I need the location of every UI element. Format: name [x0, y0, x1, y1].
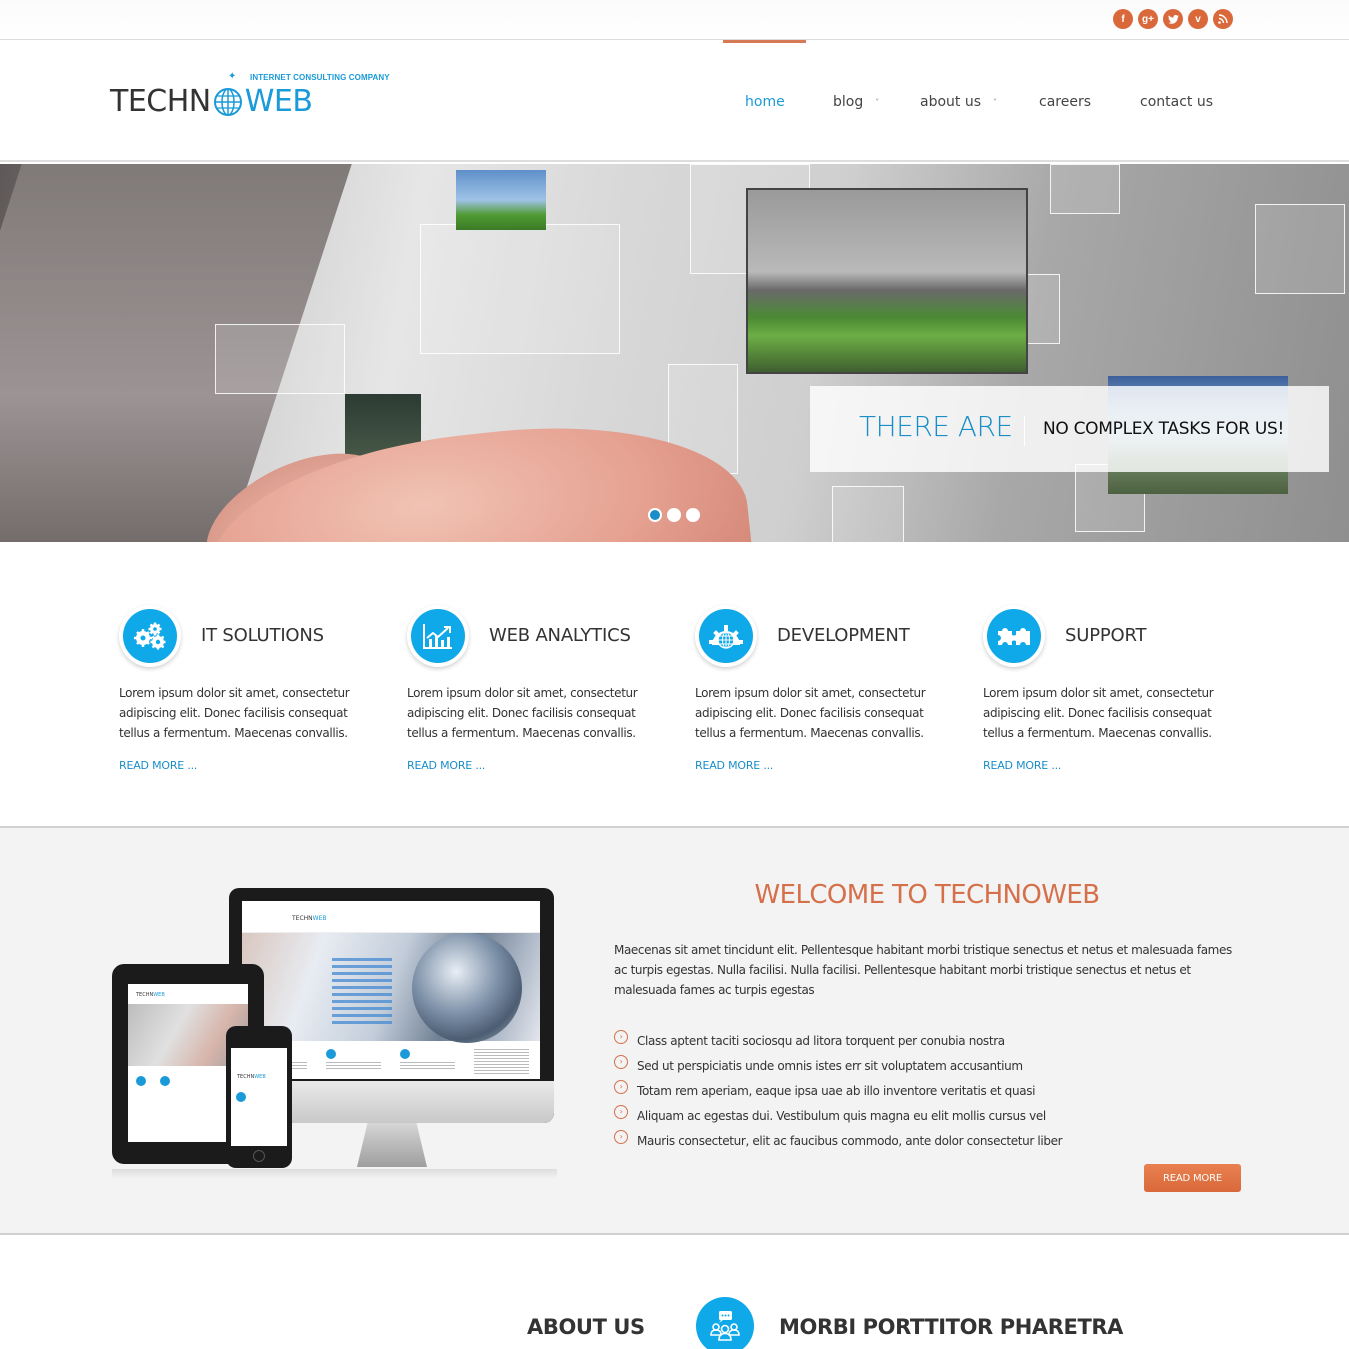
welcome-text: Maecenas sit amet tincidunt elit. Pellen… — [614, 943, 1232, 997]
hologram-panel — [1050, 164, 1120, 214]
list-item: › Class aptent taciti sociosqu ad litora … — [614, 1028, 1062, 1053]
feature-icon-badge — [695, 605, 757, 667]
feature-text: Lorem ipsum dolor sit amet, consectetur … — [407, 686, 638, 740]
slide-dot-2[interactable] — [667, 508, 681, 522]
vimeo-icon[interactable]: v — [1188, 9, 1208, 29]
nav-home-label: home — [745, 94, 785, 110]
team-chat-icon — [696, 1297, 754, 1349]
slider-caption: THERE ARE NO COMPLEX TASKS FOR US! — [810, 386, 1329, 472]
read-more-button[interactable]: READ MORE — [1144, 1164, 1241, 1192]
caption-divider — [1024, 416, 1025, 446]
nav-careers-label: careers — [1039, 94, 1092, 110]
chevron-down-icon: ˅ — [993, 97, 998, 107]
globe-icon — [213, 87, 242, 116]
chevron-down-icon: ˅ — [875, 97, 880, 107]
feature-title: WEB ANALYTICS — [489, 625, 631, 646]
nav-blog[interactable]: blog ˅ — [833, 94, 879, 110]
slider-photo-tree — [746, 188, 1028, 374]
site-header: ✦ INTERNET CONSULTING COMPANY TECHN WEB … — [0, 40, 1349, 162]
nav-home[interactable]: home — [745, 94, 785, 110]
logo-wordmark: TECHN WEB — [110, 84, 313, 119]
logo-text-techn: TECHN — [110, 84, 211, 119]
logo-tagline: INTERNET CONSULTING COMPANY — [250, 73, 390, 82]
gears-icon — [134, 622, 166, 650]
chart-icon — [423, 624, 452, 649]
hologram-panel — [420, 224, 620, 354]
list-item-text: Totam rem aperiam, eaque ipsa uae ab ill… — [637, 1083, 1036, 1098]
feature-icon-badge — [407, 605, 469, 667]
hero-slider[interactable]: THERE ARE NO COMPLEX TASKS FOR US! — [0, 164, 1349, 542]
chevron-circle-icon: › — [614, 1029, 628, 1044]
slide-dot-3[interactable] — [686, 508, 700, 522]
feature-title: SUPPORT — [1065, 625, 1147, 646]
feature-text: Lorem ipsum dolor sit amet, consectetur … — [119, 686, 350, 740]
google-plus-icon[interactable]: g+ — [1138, 9, 1158, 29]
read-more-link[interactable]: READ MORE ... — [983, 759, 1061, 772]
feature-text: Lorem ipsum dolor sit amet, consectetur … — [695, 686, 926, 740]
welcome-section: TECHNWEB TECHNWEB TECHNWEB WELCOME TO TE… — [0, 826, 1349, 1235]
feature-text: Lorem ipsum dolor sit amet, consectetur … — [983, 686, 1214, 740]
hologram-panel — [832, 486, 904, 542]
responsive-devices-image: TECHNWEB TECHNWEB TECHNWEB — [112, 886, 557, 1179]
chevron-circle-icon: › — [614, 1104, 628, 1119]
sparkle-icon: ✦ — [228, 71, 237, 82]
feature-icon-badge — [983, 605, 1045, 667]
logo[interactable]: ✦ INTERNET CONSULTING COMPANY TECHN WEB — [110, 70, 390, 120]
about-title: ABOUT US — [527, 1315, 645, 1339]
slider-pagination — [648, 508, 700, 522]
welcome-title: WELCOME TO TECHNOWEB — [754, 880, 1100, 910]
read-more-link[interactable]: READ MORE ... — [119, 759, 197, 772]
twitter-icon[interactable] — [1163, 9, 1183, 29]
chevron-circle-icon: › — [614, 1079, 628, 1094]
slide-dot-1[interactable] — [648, 508, 662, 522]
slider-photo-sky — [456, 170, 546, 230]
nav-about-us[interactable]: about us ˅ — [920, 94, 997, 110]
list-item: › Aliquam ac egestas dui. Vestibulum quis… — [614, 1103, 1062, 1128]
about-subtitle: MORBI PORTTITOR PHARETRA — [779, 1315, 1124, 1339]
nav-blog-label: blog — [833, 94, 864, 110]
list-item: › Totam rem aperiam, eaque ipsa uae ab il… — [614, 1078, 1062, 1103]
caption-text: NO COMPLEX TASKS FOR US! — [1043, 419, 1284, 439]
mockup-logo: TECHNWEB — [292, 915, 327, 922]
nav-careers[interactable]: careers — [1039, 94, 1091, 110]
list-item-text: Mauris consectetur, elit ac faucibus com… — [637, 1133, 1063, 1148]
active-indicator — [723, 40, 806, 43]
chevron-circle-icon: › — [614, 1054, 628, 1069]
read-more-link[interactable]: READ MORE ... — [695, 759, 773, 772]
feature-icon-badge — [119, 605, 181, 667]
facebook-icon[interactable]: f — [1113, 9, 1133, 29]
logo-text-web: WEB — [244, 84, 313, 119]
globe-gear-icon — [709, 625, 743, 649]
list-item-text: Class aptent taciti sociosqu ad litora t… — [637, 1033, 1005, 1048]
feature-title: DEVELOPMENT — [777, 625, 910, 646]
nav-about-label: about us — [920, 94, 982, 110]
nav-contact-label: contact us — [1140, 94, 1214, 110]
top-bar: f g+ v — [0, 0, 1349, 40]
hologram-panel — [215, 324, 345, 394]
phone-mockup: TECHNWEB — [226, 1026, 292, 1168]
twitter-bird-glyph — [1167, 14, 1179, 24]
caption-highlight: THERE ARE — [859, 410, 1013, 443]
hologram-panel — [1255, 204, 1345, 294]
features-section: IT SOLUTIONS Lorem ipsum dolor sit amet,… — [0, 543, 1349, 826]
list-item-text: Sed ut perspiciatis unde omnis istes err… — [637, 1058, 1023, 1073]
welcome-list: › Class aptent taciti sociosqu ad litora … — [614, 1028, 1063, 1153]
feature-title: IT SOLUTIONS — [201, 625, 324, 646]
nav-contact-us[interactable]: contact us — [1140, 94, 1213, 110]
list-item: › Sed ut perspiciatis unde omnis istes er… — [614, 1053, 1062, 1078]
list-item-text: Aliquam ac egestas dui. Vestibulum quis … — [637, 1108, 1046, 1123]
chevron-circle-icon: › — [614, 1129, 628, 1144]
list-item: › Mauris consectetur, elit ac faucibus co… — [614, 1128, 1063, 1153]
team-chat-glyph — [710, 1311, 740, 1341]
social-links: f g+ v — [1113, 9, 1233, 29]
rss-glyph — [1218, 14, 1228, 24]
puzzle-icon — [998, 628, 1030, 645]
about-section: ABOUT US MORBI PORTTITOR PHARETRA — [0, 1237, 1349, 1349]
read-more-link[interactable]: READ MORE ... — [407, 759, 485, 772]
rss-icon[interactable] — [1213, 9, 1233, 29]
